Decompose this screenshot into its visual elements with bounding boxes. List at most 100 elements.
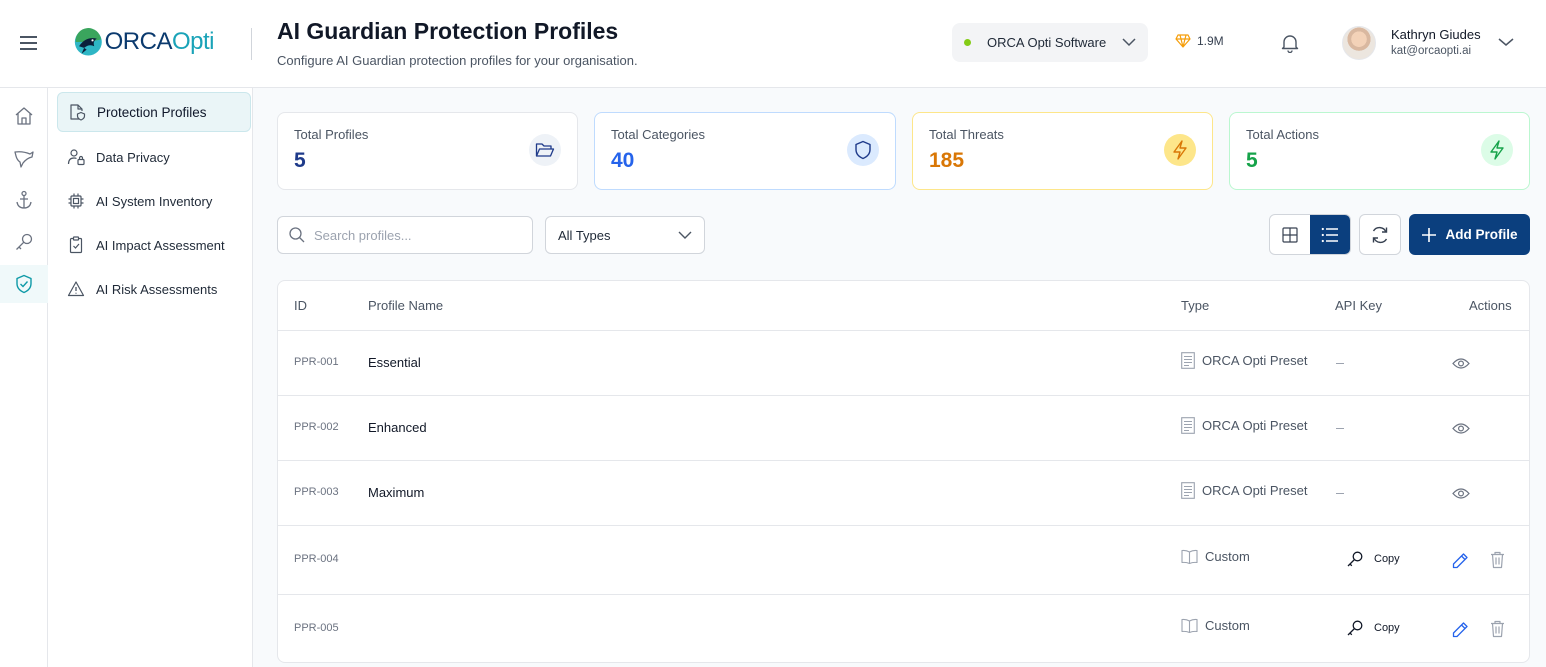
table-row[interactable]: PPR-002 Enhanced ORCA Opti Preset bbox=[278, 396, 1529, 461]
copy-api-key-button[interactable]: Copy bbox=[1346, 550, 1400, 568]
sidebar-item-data-privacy[interactable]: Data Privacy bbox=[57, 137, 251, 177]
trash-icon[interactable] bbox=[1490, 620, 1505, 638]
organization-select[interactable]: ORCA Opti Software bbox=[952, 23, 1148, 62]
profiles-table: ID Profile Name Type API Key Actions PPR… bbox=[277, 280, 1530, 663]
api-key-empty bbox=[1336, 428, 1344, 429]
trash-icon[interactable] bbox=[1490, 551, 1505, 569]
row-id: PPR-002 bbox=[294, 421, 339, 433]
row-name: Maximum bbox=[368, 485, 425, 500]
rail-item-ai-guardian[interactable] bbox=[0, 265, 48, 303]
row-name: Enhanced bbox=[368, 420, 427, 435]
chevron-down-icon[interactable] bbox=[1498, 37, 1514, 47]
bell-icon[interactable] bbox=[1281, 33, 1299, 53]
rail-item-key[interactable] bbox=[0, 223, 48, 261]
stat-card-total-actions: Total Actions 5 bbox=[1229, 112, 1530, 190]
shield-icon bbox=[855, 140, 871, 160]
stat-value: 40 bbox=[611, 149, 635, 172]
org-name: ORCA Opti Software bbox=[987, 35, 1107, 50]
home-icon bbox=[15, 107, 33, 125]
row-type-label: ORCA Opti Preset bbox=[1202, 418, 1308, 433]
table-row[interactable]: PPR-001 Essential ORCA Opti Preset bbox=[278, 331, 1529, 396]
icon-rail bbox=[0, 88, 48, 667]
book-icon bbox=[1181, 549, 1198, 564]
book-icon bbox=[1181, 618, 1198, 633]
sidebar-item-label: AI Risk Assessments bbox=[96, 281, 218, 297]
refresh-icon bbox=[1372, 226, 1388, 243]
orca-opti-logo[interactable]: ORCAOpti bbox=[74, 24, 215, 60]
credits-value: 1.9M bbox=[1197, 34, 1224, 48]
search-input[interactable] bbox=[314, 227, 514, 243]
row-type-label: ORCA Opti Preset bbox=[1202, 353, 1308, 368]
column-header-api-key[interactable]: API Key bbox=[1335, 298, 1382, 313]
page-subtitle: Configure AI Guardian protection profile… bbox=[277, 53, 638, 68]
sidebar-item-ai-impact-assessment[interactable]: AI Impact Assessment bbox=[57, 225, 251, 265]
user-name: Kathryn Giudes bbox=[1391, 27, 1481, 42]
grid-view-button[interactable] bbox=[1270, 215, 1310, 254]
credits-balance[interactable]: 1.9M bbox=[1175, 34, 1224, 48]
row-type-label: ORCA Opti Preset bbox=[1202, 483, 1308, 498]
chevron-down-icon bbox=[1122, 38, 1136, 47]
row-id: PPR-004 bbox=[294, 553, 339, 565]
document-icon bbox=[1181, 482, 1195, 499]
table-row[interactable]: PPR-003 Maximum ORCA Opti Preset bbox=[278, 461, 1529, 526]
pencil-icon[interactable] bbox=[1452, 621, 1469, 638]
pencil-icon[interactable] bbox=[1452, 552, 1469, 569]
rail-item-home[interactable] bbox=[0, 97, 48, 135]
stat-icon-badge bbox=[847, 134, 879, 166]
stat-icon-badge bbox=[1481, 134, 1513, 166]
sidebar-item-label: Protection Profiles bbox=[97, 104, 207, 120]
refresh-button[interactable] bbox=[1359, 214, 1401, 255]
eye-icon[interactable] bbox=[1452, 422, 1470, 435]
column-header-type[interactable]: Type bbox=[1181, 298, 1209, 313]
menu-icon[interactable] bbox=[20, 36, 37, 50]
list-view-button[interactable] bbox=[1310, 215, 1350, 254]
org-status-dot bbox=[964, 39, 971, 46]
chip-icon bbox=[68, 193, 84, 209]
stat-value: 5 bbox=[294, 149, 306, 172]
table-row[interactable]: PPR-004 Custom Copy bbox=[278, 526, 1529, 595]
clipboard-check-icon bbox=[69, 236, 83, 254]
column-header-profile-name[interactable]: Profile Name bbox=[368, 298, 443, 313]
eye-icon[interactable] bbox=[1452, 357, 1470, 370]
stat-label: Total Actions bbox=[1246, 127, 1319, 142]
stat-card-total-profiles: Total Profiles 5 bbox=[277, 112, 578, 190]
row-type: Custom bbox=[1181, 618, 1250, 633]
rail-item-orca[interactable] bbox=[0, 139, 48, 177]
search-icon bbox=[289, 227, 305, 243]
add-profile-label: Add Profile bbox=[1445, 227, 1518, 242]
row-id: PPR-005 bbox=[294, 622, 339, 634]
stat-label: Total Profiles bbox=[294, 127, 369, 142]
copy-api-key-button[interactable]: Copy bbox=[1346, 619, 1400, 637]
stat-label: Total Threats bbox=[929, 127, 1004, 142]
eye-icon[interactable] bbox=[1452, 487, 1470, 500]
add-profile-button[interactable]: Add Profile bbox=[1409, 214, 1530, 255]
stat-icon-badge bbox=[529, 134, 561, 166]
user-lock-icon bbox=[67, 149, 85, 166]
grid-icon bbox=[1282, 226, 1298, 243]
plus-icon bbox=[1422, 227, 1437, 242]
orca-logo-icon bbox=[74, 28, 102, 56]
sidebar-item-label: AI System Inventory bbox=[96, 193, 213, 209]
file-shield-icon bbox=[70, 104, 86, 121]
bolt-icon bbox=[1490, 140, 1504, 160]
document-icon bbox=[1181, 417, 1195, 434]
view-toggle bbox=[1269, 214, 1351, 255]
anchor-icon bbox=[16, 190, 32, 209]
list-icon bbox=[1321, 227, 1338, 242]
logo-wordmark: ORCAOpti bbox=[104, 28, 215, 55]
sidebar-item-ai-system-inventory[interactable]: AI System Inventory bbox=[57, 181, 251, 221]
side-nav: Protection Profiles Data Privacy AI Syst… bbox=[48, 88, 253, 667]
sidebar-item-protection-profiles[interactable]: Protection Profiles bbox=[57, 92, 251, 132]
rail-item-anchor[interactable] bbox=[0, 181, 48, 219]
header-divider bbox=[251, 28, 252, 60]
table-row[interactable]: PPR-005 Custom Copy bbox=[278, 595, 1529, 662]
sidebar-item-label: AI Impact Assessment bbox=[96, 237, 225, 253]
row-id: PPR-001 bbox=[294, 356, 339, 368]
type-filter-select[interactable]: All Types bbox=[545, 216, 705, 254]
sidebar-item-ai-risk-assessments[interactable]: AI Risk Assessments bbox=[57, 269, 251, 309]
user-email: kat@orcaopti.ai bbox=[1391, 45, 1472, 57]
row-type-label: Custom bbox=[1205, 618, 1250, 633]
stat-label: Total Categories bbox=[611, 127, 705, 142]
avatar[interactable] bbox=[1342, 26, 1376, 60]
column-header-id[interactable]: ID bbox=[294, 298, 307, 313]
